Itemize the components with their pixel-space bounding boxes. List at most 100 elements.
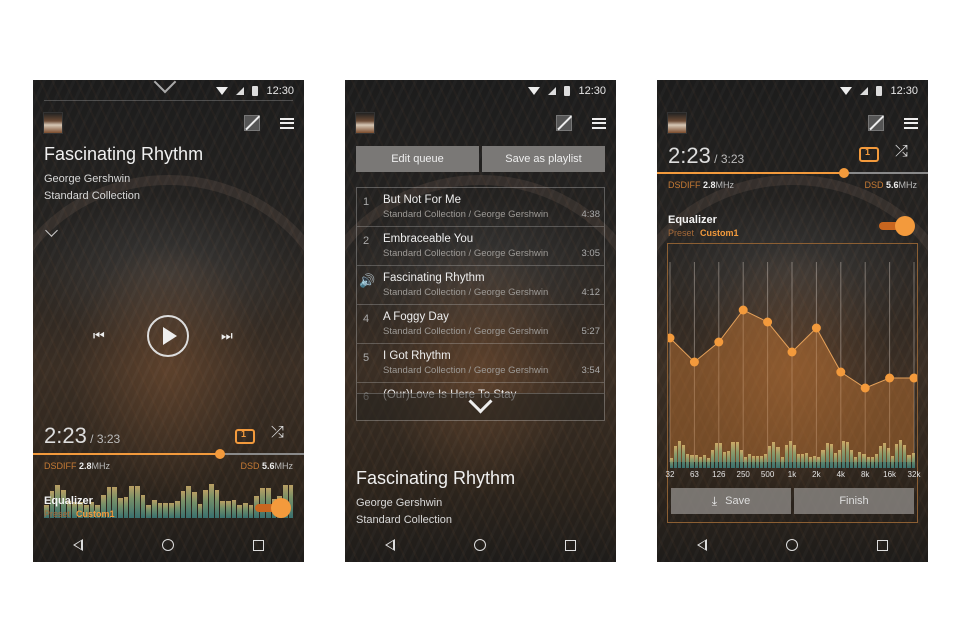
wifi-icon bbox=[528, 87, 541, 95]
spectrum-bar bbox=[846, 441, 850, 468]
menu-icon[interactable] bbox=[280, 117, 294, 129]
spectrum-bar bbox=[899, 440, 903, 468]
spectrum-bar bbox=[140, 495, 146, 518]
source-format: DSDIFF 2.8MHz bbox=[44, 461, 111, 471]
track-number: 4 bbox=[363, 313, 370, 325]
queue-item[interactable]: 1 But Not For Me Standard Collection / G… bbox=[357, 188, 604, 227]
seek-bar-knob[interactable] bbox=[214, 449, 225, 459]
repeat-one-icon[interactable] bbox=[859, 147, 879, 162]
queue-list[interactable]: 1 But Not For Me Standard Collection / G… bbox=[356, 187, 605, 421]
artwork-off-icon[interactable] bbox=[244, 115, 260, 131]
seek-bar[interactable] bbox=[657, 168, 928, 178]
seek-bar-knob[interactable] bbox=[838, 168, 849, 178]
play-button[interactable] bbox=[147, 315, 189, 357]
spectrum-bar bbox=[866, 457, 870, 468]
equalizer-toggle[interactable] bbox=[879, 216, 915, 236]
seek-bar[interactable] bbox=[33, 449, 304, 459]
album-name[interactable]: Standard Collection bbox=[44, 190, 140, 202]
back-icon[interactable] bbox=[384, 539, 395, 551]
spectrum-bar bbox=[780, 456, 784, 468]
queue-item[interactable]: 2 Embraceable You Standard Collection / … bbox=[357, 227, 604, 266]
spectrum-bar bbox=[788, 440, 792, 468]
back-icon[interactable] bbox=[696, 539, 707, 551]
shuffle-icon[interactable]: ⤮ bbox=[895, 143, 908, 161]
queue-item-duration: 3:54 bbox=[581, 365, 601, 376]
eq-band-handle-126[interactable] bbox=[714, 337, 724, 347]
spectrum-bar bbox=[129, 486, 134, 518]
eq-band-handle-500[interactable] bbox=[763, 317, 773, 327]
previous-icon[interactable]: ⏮ bbox=[93, 328, 105, 344]
artist-name[interactable]: George Gershwin bbox=[356, 497, 442, 509]
navigation-bar bbox=[657, 528, 928, 562]
queue-item-now-playing[interactable]: 🔊 Fascinating Rhythm Standard Collection… bbox=[357, 266, 604, 305]
shuffle-icon[interactable]: ⤮ bbox=[271, 424, 284, 442]
equalizer-preset: Preset Custom1 bbox=[44, 509, 115, 519]
home-icon[interactable] bbox=[473, 539, 486, 551]
seek-bar-fill bbox=[33, 453, 220, 455]
track-number: 1 bbox=[363, 196, 370, 208]
recents-icon[interactable] bbox=[253, 539, 265, 551]
queue-item[interactable]: 4 A Foggy Day Standard Collection / Geor… bbox=[357, 305, 604, 344]
eq-band-handle-63[interactable] bbox=[689, 357, 699, 367]
equalizer-preset[interactable]: Preset Custom1 bbox=[668, 228, 739, 238]
queue-item-subtitle: Standard Collection / George Gershwin bbox=[383, 365, 549, 376]
recents-icon[interactable] bbox=[877, 539, 889, 551]
total-time: / 3:23 bbox=[710, 152, 745, 166]
spectrum-bar bbox=[874, 453, 878, 468]
spectrum-bar bbox=[191, 492, 197, 518]
artist-name[interactable]: George Gershwin bbox=[44, 173, 130, 185]
home-icon[interactable] bbox=[161, 539, 174, 551]
wifi-icon bbox=[840, 87, 853, 95]
artwork-off-icon[interactable] bbox=[556, 115, 572, 131]
edit-queue-button[interactable]: Edit queue bbox=[356, 146, 479, 172]
signal-icon bbox=[860, 87, 869, 95]
equalizer-toggle[interactable] bbox=[255, 498, 291, 518]
menu-icon[interactable] bbox=[904, 117, 918, 129]
spectrum-bar bbox=[157, 502, 163, 518]
spectrum-visualizer bbox=[670, 434, 915, 468]
spectrum-bar bbox=[870, 456, 874, 468]
spectrum-bar bbox=[792, 445, 796, 468]
eq-band-handle-2k[interactable] bbox=[811, 323, 821, 333]
spectrum-bar bbox=[226, 501, 231, 518]
spectrum-bar bbox=[214, 489, 220, 518]
spectrum-bar bbox=[135, 485, 140, 518]
album-name[interactable]: Standard Collection bbox=[356, 514, 452, 526]
frequency-label: 32k bbox=[907, 470, 921, 479]
spectrum-bar bbox=[907, 454, 911, 468]
track-number: 2 bbox=[363, 235, 370, 247]
album-thumbnail[interactable] bbox=[355, 112, 375, 134]
equalizer-graph[interactable] bbox=[668, 244, 917, 522]
menu-icon[interactable] bbox=[592, 117, 606, 129]
eq-band-handle-250[interactable] bbox=[738, 305, 748, 315]
queue-item[interactable]: 5 I Got Rhythm Standard Collection / Geo… bbox=[357, 344, 604, 383]
recents-icon[interactable] bbox=[565, 539, 577, 551]
repeat-one-icon[interactable] bbox=[235, 429, 255, 444]
transport-controls: ⏮ ⏭ bbox=[33, 315, 304, 357]
finish-button[interactable]: Finish bbox=[794, 488, 914, 514]
equalizer-actions: ⤓ Save Finish bbox=[671, 488, 914, 514]
frequency-label: 500 bbox=[760, 470, 775, 479]
eq-band-handle-4k[interactable] bbox=[836, 367, 846, 377]
next-icon[interactable]: ⏭ bbox=[221, 328, 233, 344]
queue-item-title: Embraceable You bbox=[383, 233, 474, 245]
battery-icon bbox=[252, 86, 259, 96]
battery-icon bbox=[564, 86, 571, 96]
equalizer-panel: 32 63 126 250 500 1k 2k 4k 8k 16k 32k ⤓ Save Finish bbox=[666, 243, 921, 523]
save-as-playlist-button[interactable]: Save as playlist bbox=[482, 146, 605, 172]
chevron-down-icon[interactable] bbox=[45, 224, 58, 237]
track-title: Fascinating Rhythm bbox=[356, 468, 516, 488]
eq-band-handle-16k[interactable] bbox=[885, 373, 895, 383]
eq-band-handle-8k[interactable] bbox=[860, 383, 870, 393]
spectrum-bar bbox=[220, 501, 225, 518]
app-bar bbox=[667, 112, 918, 134]
home-icon[interactable] bbox=[785, 539, 798, 551]
artwork-off-icon[interactable] bbox=[868, 115, 884, 131]
speaker-icon: 🔊 bbox=[359, 273, 376, 288]
status-bar: 12:30 bbox=[345, 80, 616, 102]
eq-band-handle-1k[interactable] bbox=[787, 347, 797, 357]
album-thumbnail[interactable] bbox=[667, 112, 687, 134]
save-button[interactable]: ⤓ Save bbox=[671, 488, 791, 514]
album-thumbnail[interactable] bbox=[43, 112, 63, 134]
back-icon[interactable] bbox=[72, 539, 83, 551]
